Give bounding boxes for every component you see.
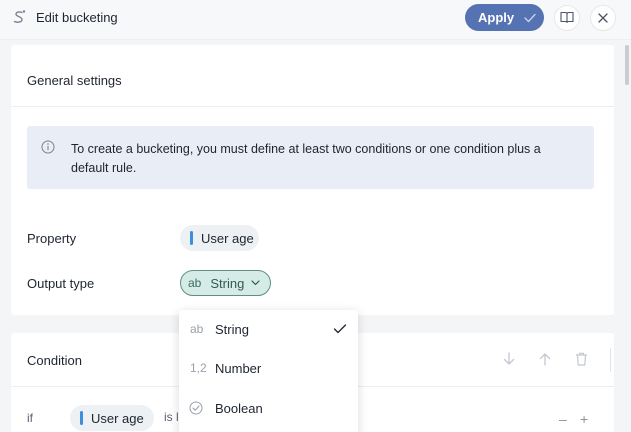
property-label: Property	[27, 231, 77, 246]
divider	[610, 348, 611, 372]
option-code: ab	[190, 322, 204, 336]
output-type-value: String	[210, 275, 245, 291]
property-color-bar	[190, 231, 193, 245]
section-title: General settings	[27, 73, 122, 88]
output-type-dropdown: ab String 1,2 Number Boolean	[179, 310, 358, 432]
general-settings-card: General settings To create a bucketing, …	[11, 45, 614, 315]
property-selector[interactable]: User age	[180, 225, 259, 251]
close-icon	[598, 11, 608, 26]
book-icon	[560, 11, 574, 26]
remove-condition-button[interactable]: –	[559, 411, 567, 427]
dropdown-option-string[interactable]: ab String	[179, 310, 358, 350]
if-label: if	[27, 411, 33, 425]
arrow-up-icon[interactable]	[537, 351, 553, 367]
apply-button-label: Apply	[478, 10, 515, 25]
dropdown-option-boolean[interactable]: Boolean	[179, 389, 358, 429]
dropdown-option-number[interactable]: 1,2 Number	[179, 349, 358, 389]
condition-property-selector[interactable]: User age	[70, 405, 154, 431]
apply-button[interactable]: Apply	[465, 4, 544, 31]
output-type-code: ab	[188, 276, 202, 290]
output-type-selector[interactable]: ab String	[180, 270, 271, 296]
option-label: String	[215, 322, 249, 337]
property-color-bar	[80, 411, 83, 425]
check-icon	[333, 323, 347, 335]
property-value: User age	[201, 230, 254, 246]
option-label: Boolean	[215, 401, 263, 416]
close-button[interactable]	[590, 5, 616, 31]
modal-header: Edit bucketing Apply	[0, 0, 631, 40]
option-code: 1,2	[190, 361, 207, 375]
info-icon	[41, 140, 55, 154]
modal-title: Edit bucketing	[36, 10, 118, 25]
trash-icon[interactable]	[573, 351, 589, 367]
divider	[11, 106, 614, 107]
info-text: To create a bucketing, you must define a…	[71, 142, 541, 175]
scrollbar-thumb[interactable]	[625, 45, 629, 85]
output-type-label: Output type	[27, 276, 95, 291]
arrow-down-icon[interactable]	[501, 351, 517, 367]
check-icon	[519, 10, 541, 26]
chevron-down-icon	[251, 279, 260, 288]
condition-property-value: User age	[91, 410, 144, 426]
info-banner: To create a bucketing, you must define a…	[27, 126, 594, 189]
condition-title: Condition	[27, 353, 82, 368]
add-condition-button[interactable]: +	[580, 411, 588, 427]
option-label: Number	[215, 361, 262, 376]
condition-operator[interactable]: is l	[164, 410, 179, 424]
script-s-icon	[11, 9, 27, 27]
boolean-check-circle-icon	[189, 401, 203, 415]
documentation-button[interactable]	[554, 5, 580, 31]
